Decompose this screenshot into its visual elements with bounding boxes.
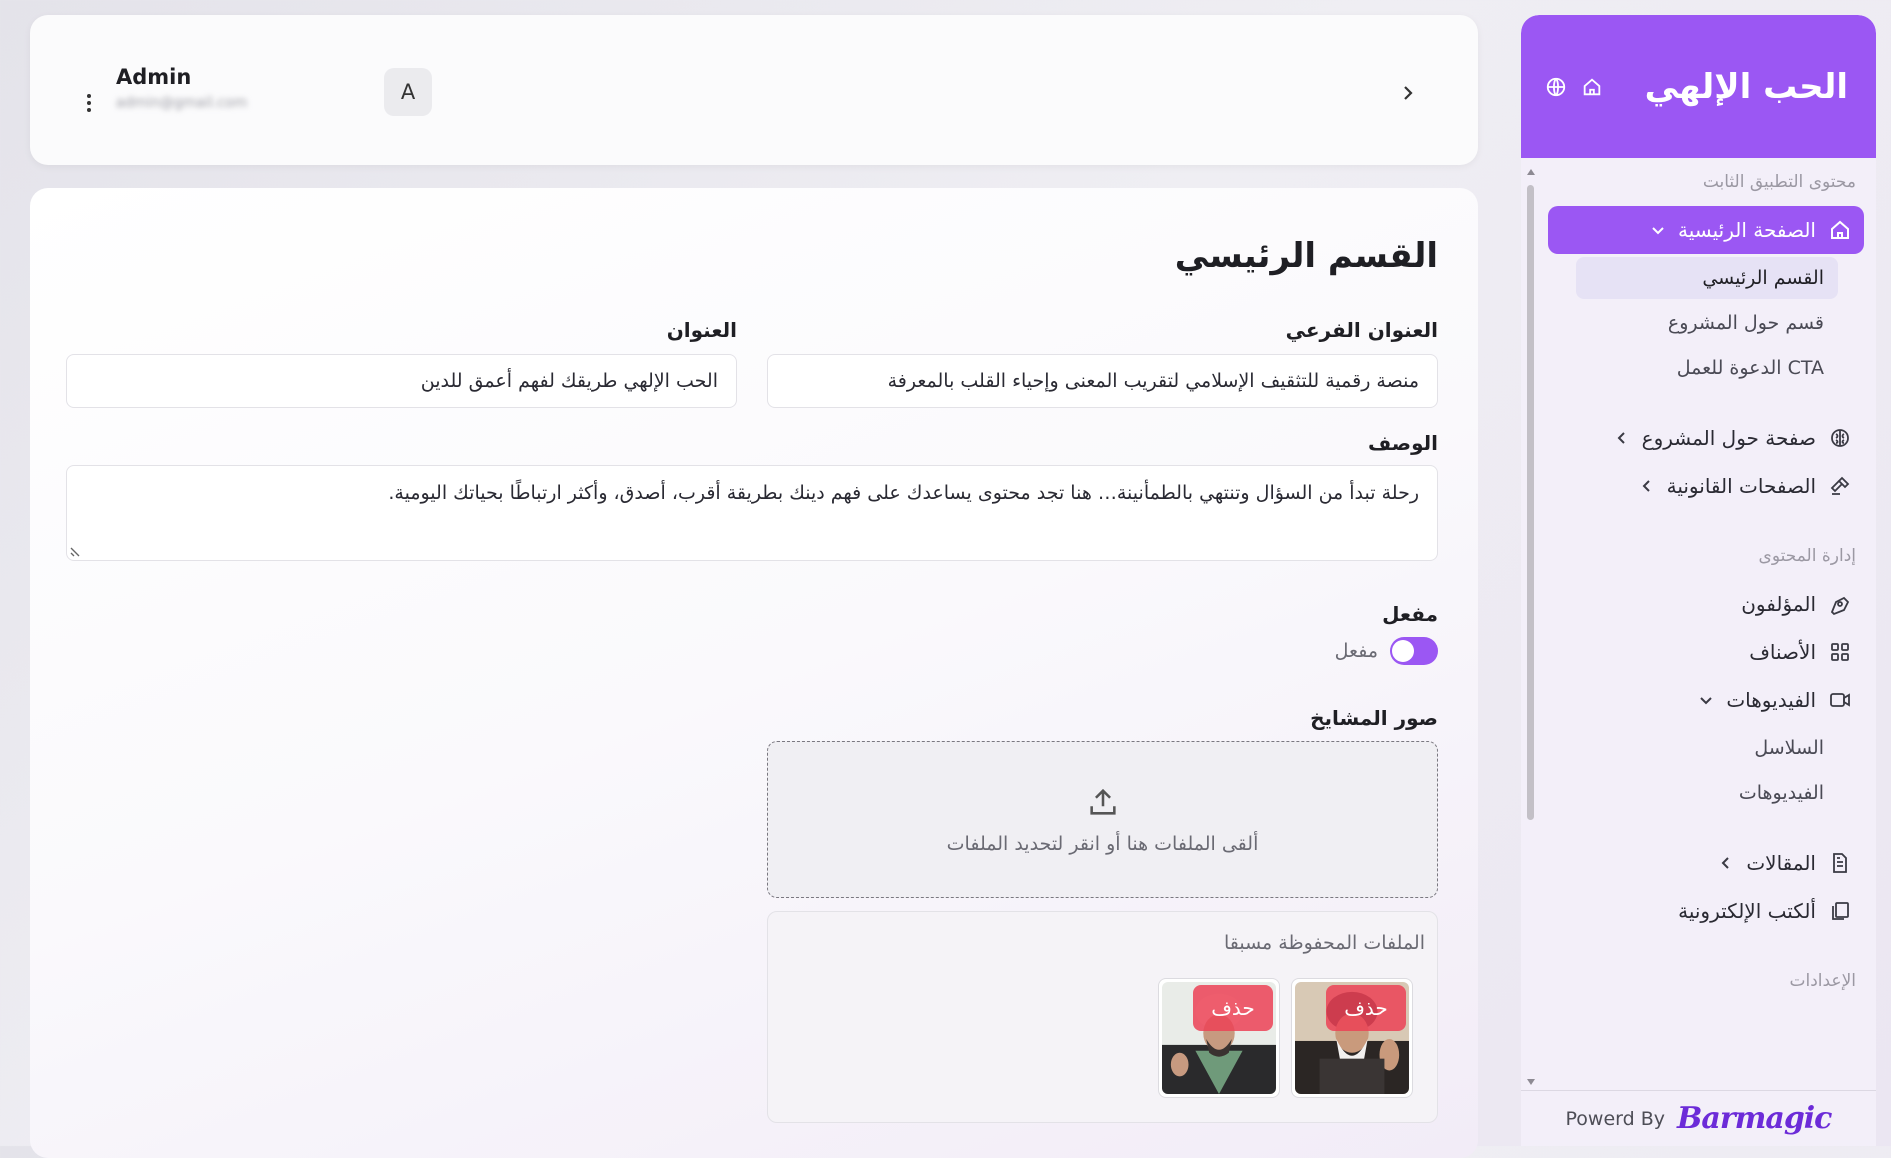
top-header: A Admin admin@gmail.com	[30, 15, 1478, 165]
sidebar-item-about-page[interactable]: صفحة حول المشروع	[1548, 414, 1864, 462]
brain-icon	[1831, 429, 1849, 447]
powered-by-footer: Powerd By Barmagic	[1521, 1090, 1876, 1146]
scroll-up-icon[interactable]	[1527, 169, 1535, 175]
video-icon	[1830, 693, 1850, 707]
sidebar-item-articles[interactable]: المقالات	[1548, 839, 1864, 887]
sidebar-subitem-series[interactable]: السلاسل	[1576, 727, 1838, 769]
sidebar-item-authors[interactable]: المؤلفون	[1548, 580, 1864, 628]
sidebar-item-label: الصفحات القانونية	[1666, 474, 1816, 498]
dropzone-text: ألقى الملفات هنا أو انقر لتحديد الملفات	[946, 832, 1259, 855]
enabled-label: مفعل	[1382, 602, 1438, 626]
user-info: Admin admin@gmail.com	[116, 65, 247, 111]
brand-header: الحب الإلهي	[1521, 15, 1876, 158]
sidebar-subitem-main-section[interactable]: القسم الرئيسي	[1576, 257, 1838, 299]
sidebar-item-label: الأصناف	[1749, 640, 1816, 664]
toggle-knob	[1392, 640, 1414, 662]
copy-icon	[1832, 902, 1849, 920]
sidebar-item-label: ألكتب الإلكترونية	[1678, 899, 1816, 923]
sidebar-item-categories[interactable]: الأصناف	[1548, 628, 1864, 676]
sidebar-item-label: الفيديوهات	[1726, 688, 1816, 712]
sidebar-subitem-about-section[interactable]: قسم حول المشروع	[1576, 302, 1838, 344]
nav-section-static: محتوى التطبيق الثابت	[1702, 172, 1856, 192]
chevron-down-icon	[1652, 227, 1664, 235]
home-icon	[1831, 220, 1849, 239]
enabled-toggle[interactable]	[1390, 637, 1438, 665]
saved-image-thumb: حذف	[1291, 978, 1413, 1098]
delete-image-button[interactable]: حذف	[1193, 985, 1273, 1031]
description-text: رحلة تبدأ من السؤال وتنتهي بالطمأنينة… ه…	[388, 482, 1419, 504]
sidebar-item-home-page[interactable]: الصفحة الرئيسية	[1548, 206, 1864, 254]
sidebar-item-label: صفحة حول المشروع	[1641, 426, 1816, 450]
enabled-toggle-text: مفعل	[1334, 640, 1378, 662]
main-form-card: القسم الرئيسي العنوان الفرعي منصة رقمية …	[30, 188, 1478, 1158]
title-input[interactable]: الحب الإلهي طريقك لفهم أعمق للدين	[66, 354, 737, 408]
upload-icon	[1089, 788, 1116, 815]
images-label: صور المشايخ	[1310, 706, 1438, 730]
gavel-icon	[1830, 476, 1850, 495]
saved-image-thumb: حذف	[1158, 978, 1280, 1098]
globe-icon[interactable]	[1545, 76, 1567, 98]
pen-tool-icon	[1830, 596, 1850, 616]
user-email: admin@gmail.com	[116, 95, 248, 111]
sidebar-nav: محتوى التطبيق الثابت الصفحة الرئيسية الق…	[1536, 158, 1876, 1005]
subtitle-label: العنوان الفرعي	[1285, 318, 1438, 342]
file-dropzone[interactable]: ألقى الملفات هنا أو انقر لتحديد الملفات	[767, 741, 1438, 898]
nav-section-settings: الإعدادات	[1789, 971, 1856, 991]
scroll-thumb[interactable]	[1527, 185, 1534, 820]
description-label: الوصف	[1367, 431, 1438, 455]
title-label: العنوان	[666, 318, 737, 342]
chevron-down-icon	[1700, 697, 1713, 705]
description-textarea[interactable]: رحلة تبدأ من السؤال وتنتهي بالطمأنينة… ه…	[66, 465, 1438, 561]
resize-handle-icon[interactable]	[69, 544, 83, 558]
sidebar-item-ebooks[interactable]: ألكتب الإلكترونية	[1548, 887, 1864, 935]
sidebar-scrollbar[interactable]	[1525, 165, 1535, 1085]
grid-icon	[1831, 643, 1849, 661]
user-name: Admin	[116, 65, 192, 89]
powered-by-text: Powerd By	[1565, 1107, 1666, 1130]
document-icon	[1833, 853, 1847, 873]
sidebar: الحب الإلهي محتوى التطبيق الثابت الصفحة …	[1521, 15, 1876, 1146]
kebab-menu-icon[interactable]	[84, 93, 94, 117]
delete-image-button[interactable]: حذف	[1326, 985, 1406, 1031]
chevron-left-icon	[1617, 432, 1625, 444]
chevron-right-icon[interactable]	[1398, 83, 1418, 103]
saved-files-title: الملفات المحفوظة مسبقا	[1223, 932, 1425, 954]
sidebar-subitem-videos[interactable]: الفيديوهات	[1576, 772, 1838, 814]
sidebar-item-legal-pages[interactable]: الصفحات القانونية	[1548, 462, 1864, 510]
home-icon[interactable]	[1581, 76, 1603, 98]
page-title: القسم الرئيسي	[1174, 236, 1438, 276]
subtitle-input[interactable]: منصة رقمية للتثقيف الإسلامي لتقريب المعن…	[767, 354, 1438, 408]
scroll-down-icon[interactable]	[1527, 1079, 1535, 1085]
sidebar-item-label: المقالات	[1746, 851, 1816, 875]
brand-title: الحب الإلهي	[1644, 66, 1848, 107]
barmagic-logo[interactable]: Barmagic	[1677, 1101, 1832, 1136]
sidebar-item-videos[interactable]: الفيديوهات	[1548, 676, 1864, 724]
enabled-toggle-row: مفعل	[1335, 637, 1438, 665]
chevron-left-icon	[1721, 857, 1730, 869]
sidebar-item-label: المؤلفون	[1741, 592, 1816, 616]
avatar[interactable]: A	[384, 68, 432, 116]
nav-section-content: إدارة المحتوى	[1758, 546, 1856, 566]
chevron-left-icon	[1642, 480, 1650, 492]
saved-files-panel: الملفات المحفوظة مسبقا حذف حذف	[767, 911, 1438, 1123]
sidebar-subitem-cta[interactable]: CTA الدعوة للعمل	[1576, 347, 1838, 389]
sidebar-item-label: الصفحة الرئيسية	[1678, 218, 1816, 242]
